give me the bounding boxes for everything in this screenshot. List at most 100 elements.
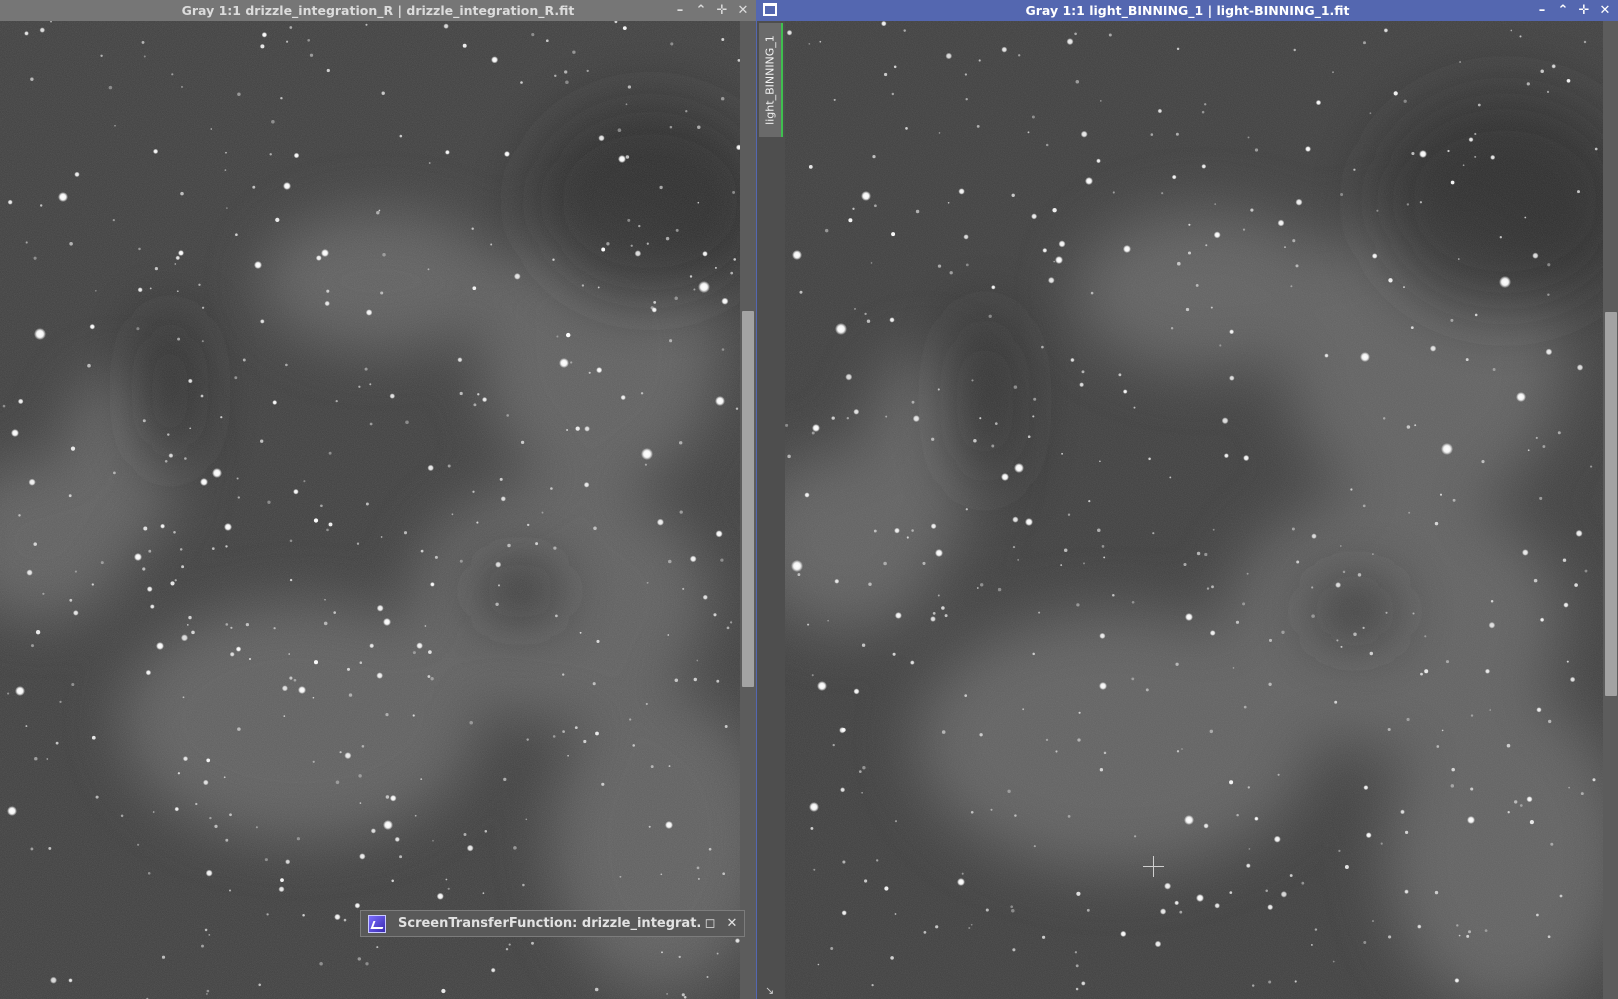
star xyxy=(574,726,578,730)
star xyxy=(579,631,582,634)
star xyxy=(824,228,829,233)
star xyxy=(235,233,238,237)
star xyxy=(324,598,326,601)
star xyxy=(716,679,720,683)
star xyxy=(819,40,822,43)
star xyxy=(813,868,816,871)
star xyxy=(145,669,152,676)
star xyxy=(713,613,717,617)
star xyxy=(827,619,829,622)
image-canvas[interactable] xyxy=(785,21,1603,999)
star xyxy=(179,548,183,551)
view-tab-light-binning[interactable]: light_BINNING_1 xyxy=(759,23,783,137)
image-window-light-binning[interactable]: Gray 1:1 light_BINNING_1 | light-BINNING… xyxy=(756,0,1618,999)
star xyxy=(1575,529,1583,537)
vertical-scrollbar[interactable] xyxy=(740,21,756,999)
star xyxy=(225,545,228,548)
star xyxy=(187,378,193,384)
star xyxy=(357,957,362,961)
star xyxy=(1045,738,1049,742)
star xyxy=(964,694,968,697)
star xyxy=(670,42,674,46)
star xyxy=(260,44,265,49)
minimize-icon[interactable]: – xyxy=(1533,2,1551,20)
star xyxy=(1489,709,1492,711)
scrollbar-thumb[interactable] xyxy=(1605,312,1617,696)
star xyxy=(891,92,895,96)
star xyxy=(976,124,980,128)
vertical-scrollbar[interactable] xyxy=(1603,21,1618,999)
star xyxy=(174,579,177,582)
star xyxy=(665,236,670,241)
star xyxy=(383,820,393,830)
star xyxy=(1353,168,1356,171)
star xyxy=(1170,327,1174,330)
stf-process-bar[interactable]: ScreenTransferFunction: drizzle_integrat… xyxy=(360,910,745,937)
star xyxy=(646,581,649,584)
star xyxy=(1436,745,1440,748)
star xyxy=(17,398,24,405)
star xyxy=(1490,600,1494,603)
star xyxy=(810,826,814,830)
minimize-icon[interactable]: – xyxy=(671,2,689,20)
star xyxy=(399,855,403,859)
star xyxy=(11,429,19,437)
star xyxy=(1454,978,1460,983)
maximize-icon[interactable]: ✛ xyxy=(1575,2,1593,20)
star xyxy=(1340,645,1343,648)
star xyxy=(143,55,146,58)
star xyxy=(1090,291,1094,295)
window-titlebar[interactable]: Gray 1:1 drizzle_integration_R | drizzle… xyxy=(0,0,756,21)
star xyxy=(1053,260,1056,263)
star xyxy=(205,869,213,877)
image-canvas[interactable] xyxy=(0,21,740,999)
star xyxy=(94,289,97,292)
star xyxy=(1027,131,1030,134)
star xyxy=(721,348,725,351)
star xyxy=(46,758,49,760)
window-titlebar[interactable]: Gray 1:1 light_BINNING_1 | light-BINNING… xyxy=(757,0,1618,21)
star xyxy=(1403,99,1407,103)
star xyxy=(653,301,657,304)
star xyxy=(365,962,369,966)
star xyxy=(1363,941,1367,944)
star xyxy=(786,29,793,36)
window-icon[interactable] xyxy=(763,3,777,16)
star xyxy=(873,529,877,533)
star xyxy=(584,425,590,432)
image-window-drizzle[interactable]: Gray 1:1 drizzle_integration_R | drizzle… xyxy=(0,0,756,999)
star xyxy=(586,69,589,73)
star xyxy=(894,612,902,619)
star xyxy=(592,682,596,686)
scrollbar-thumb[interactable] xyxy=(742,311,754,687)
star xyxy=(1001,473,1009,481)
close-icon[interactable]: ✕ xyxy=(1596,2,1614,20)
star xyxy=(1385,611,1388,614)
star xyxy=(871,983,874,987)
star xyxy=(1363,785,1369,791)
maximize-icon[interactable]: ✛ xyxy=(713,2,731,20)
star xyxy=(640,392,644,395)
star xyxy=(1229,891,1233,894)
star xyxy=(678,955,681,959)
star xyxy=(1080,130,1088,138)
close-icon[interactable]: ✕ xyxy=(734,2,752,20)
restore-icon[interactable]: ◻ xyxy=(700,916,720,931)
star xyxy=(668,765,671,768)
star xyxy=(457,357,463,363)
star xyxy=(416,642,423,650)
star xyxy=(312,760,315,763)
star xyxy=(559,358,569,368)
star xyxy=(1085,177,1093,185)
star xyxy=(160,523,166,529)
star xyxy=(1032,415,1035,418)
star xyxy=(1419,150,1427,158)
star xyxy=(175,255,181,261)
shade-icon[interactable]: ⌃ xyxy=(1554,2,1572,20)
chevron-down-icon[interactable]: ↘ xyxy=(765,984,774,997)
star xyxy=(681,993,685,997)
close-icon[interactable]: ✕ xyxy=(722,916,742,931)
star xyxy=(505,947,509,951)
shade-icon[interactable]: ⌃ xyxy=(692,2,710,20)
star xyxy=(500,496,506,502)
